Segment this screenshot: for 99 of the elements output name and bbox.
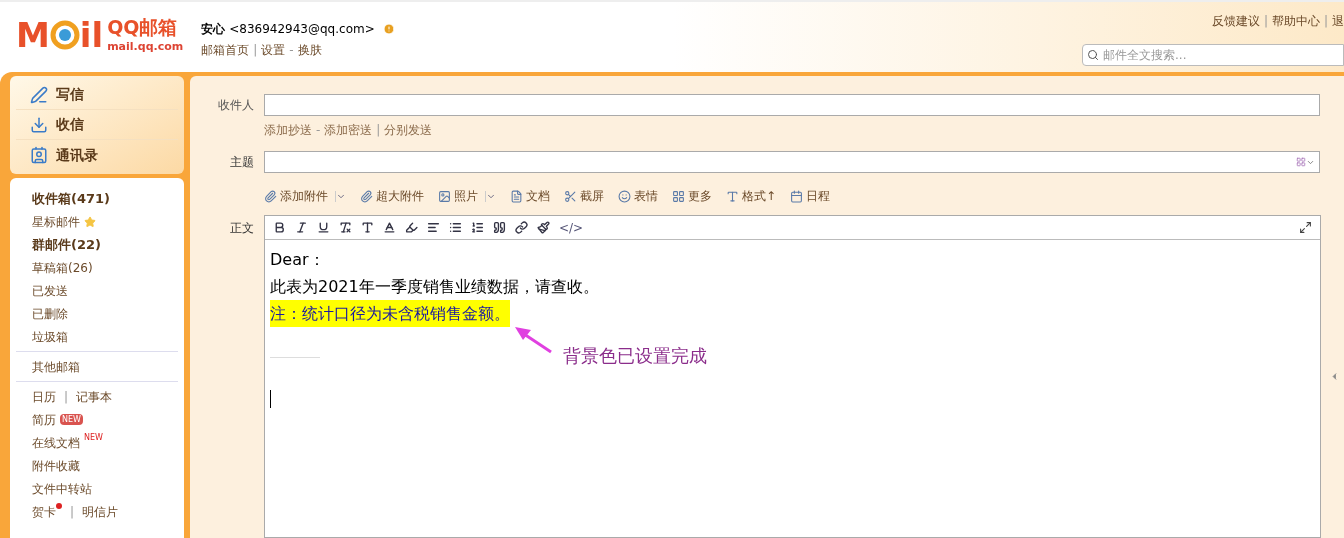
folder-link[interactable]: 已发送 [32,281,68,300]
toolbar-button[interactable]: 更多 [672,187,712,205]
folder-link[interactable]: 贺卡 [32,502,56,521]
top-link[interactable]: 退 [1332,12,1344,30]
separator: | [252,42,259,59]
warning-icon [382,23,395,35]
editor[interactable]: </> Dear： 此表为2021年一季度销售业绩数据，请查收。 注：统计口径为未含税销售金额。 背景色已设置完成 [264,215,1321,538]
top-link[interactable]: 反馈建议 [1211,12,1260,30]
separator: | [69,503,76,521]
italic-icon[interactable] [295,221,308,234]
smiley-icon [618,189,631,203]
field-label: 收件人 [217,97,255,114]
toolbar-button[interactable]: 文档 [510,187,550,205]
sidebar-action[interactable]: 写信 [16,80,178,110]
text-cursor [270,390,271,408]
align-icon[interactable] [427,221,440,234]
separator: | [1322,13,1329,30]
indent-icon[interactable] [471,221,484,234]
folder-link[interactable]: 简历 [32,410,56,429]
folder-link[interactable]: 已删除 [32,304,68,323]
field-label: 正文 [229,220,255,237]
link-icon[interactable] [515,221,528,234]
letter-icon [726,189,739,203]
toolbar-button[interactable]: 格式↑ [726,187,777,205]
folder-link[interactable]: 星标邮件 [32,212,80,231]
user-email: <836942943@qq.com> [229,21,375,38]
toolbar-button[interactable]: 超大附件 [360,187,424,205]
header-link[interactable]: 设置 [261,41,286,59]
paperclip-icon [360,189,373,203]
recipient-field[interactable] [264,94,1320,116]
calendar-icon [790,189,804,203]
scissors-icon [564,189,577,203]
user-name: 安心 [201,21,226,38]
header-link[interactable]: 邮箱首页 [201,41,250,59]
folder-link[interactable]: 日历 [32,387,56,406]
toolbar-button[interactable]: 截屏 [564,187,604,205]
body-line: Dear： [270,249,325,271]
folder-link[interactable]: 其他邮箱 [32,357,80,376]
folder-link[interactable]: 附件收藏 [32,456,80,475]
paperclip-icon [264,189,277,203]
separator: - [315,122,322,139]
sidebar-action[interactable]: 通讯录 [16,140,178,170]
logo-letter: il [79,17,104,52]
folder-link[interactable]: 垃圾箱 [32,327,68,346]
caret-icon [335,190,346,202]
body-line: 此表为2021年一季度销售业绩数据，请查收。 [270,276,599,298]
separator: - [288,42,295,59]
folder-link[interactable]: 群邮件(22) [32,234,101,255]
toolbar-button[interactable]: 表情 [618,187,658,205]
field-label: 主题 [229,154,255,171]
separator: | [63,388,70,406]
subject-field[interactable] [264,151,1320,173]
header-link[interactable]: 换肤 [297,41,322,59]
list-icon[interactable] [449,221,462,234]
size-icon[interactable] [361,221,374,234]
folder-link[interactable]: 收件箱(471) [32,188,111,209]
grid-icon [672,189,685,203]
folder-link[interactable]: 明信片 [82,502,119,521]
search-placeholder: 邮件全文搜索... [1103,47,1187,64]
toolbar-button[interactable]: 添加附件 [264,187,346,205]
arrow-annotation [513,324,553,354]
folder-link[interactable]: 在线文档 [32,433,80,452]
brush-icon[interactable] [537,221,550,234]
star-icon [84,215,96,228]
separator: | [1262,13,1269,30]
top-link[interactable]: 帮助中心 [1271,12,1320,30]
recipient-link[interactable]: 添加密送 [324,121,373,139]
logo-domain: mail.qq.com [107,39,184,54]
compose-icon [30,85,48,104]
folder-link[interactable]: 记事本 [76,387,113,406]
clear-icon[interactable] [339,221,352,234]
annotation-text: 背景色已设置完成 [563,344,707,368]
bold-icon[interactable] [273,221,286,234]
sidebar-action[interactable]: 收信 [16,110,178,140]
toolbar-button[interactable]: 日程 [790,187,831,205]
caret-icon [485,190,496,202]
grid-icon [1296,157,1306,167]
folder-link[interactable]: 文件中转站 [32,479,92,498]
contacts-icon [30,146,48,164]
recipient-link[interactable]: 添加抄送 [264,121,312,139]
new-label: NEW [60,414,83,425]
inbox-icon [30,115,48,134]
document-icon [510,189,523,203]
folder-link[interactable]: 草稿箱(26) [32,258,93,277]
highlight-icon[interactable] [405,221,418,234]
recipient-link[interactable]: 分别发送 [384,121,433,139]
code-button[interactable]: </> [559,218,584,237]
logo-letter: M [16,17,50,52]
search-icon [1087,49,1099,61]
color-icon[interactable] [383,221,396,234]
underline-icon[interactable] [317,221,330,234]
toolbar-button[interactable]: 照片 [438,187,496,205]
logo-name: QQ邮箱 [107,16,179,40]
image-icon [438,189,451,203]
new-label: NEW [84,432,103,444]
logo-ring-icon [49,19,80,50]
quote-icon[interactable] [493,221,506,234]
separator: | [375,122,382,139]
expand-icon[interactable] [1299,221,1312,234]
